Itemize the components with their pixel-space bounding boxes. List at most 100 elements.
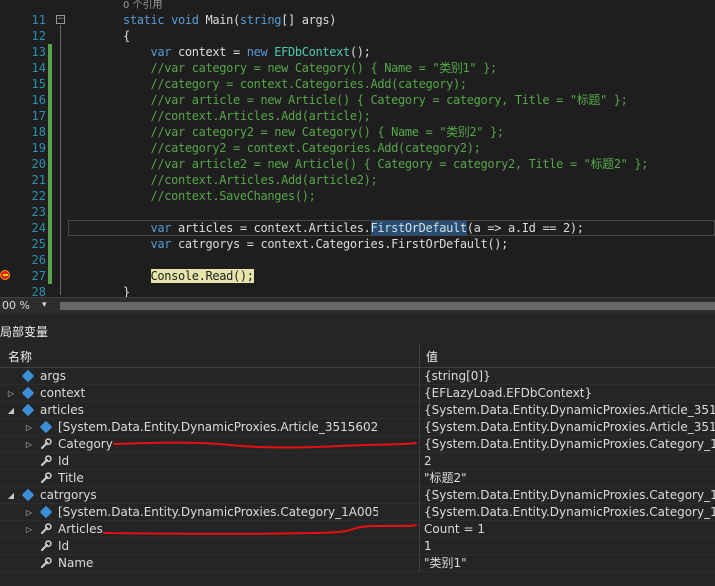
variable-value[interactable]: 2 [424, 453, 715, 470]
variable-name: Category [58, 437, 113, 451]
column-divider [419, 402, 420, 419]
horizontal-scrollbar[interactable] [60, 302, 715, 310]
zoom-level[interactable]: 00 % [2, 299, 30, 313]
locals-row[interactable]: ◢ articles {System.Data.Entity.DynamicProx… [0, 402, 715, 419]
code-text[interactable]: //var article2 = new Article() { Categor… [68, 156, 648, 172]
line-number: 13 [31, 45, 46, 59]
locals-row[interactable]: Id 2 [0, 453, 715, 470]
code-text[interactable]: //var article = new Article() { Category… [68, 92, 627, 108]
code-line[interactable]: 21 //context.Articles.Add(article2); [0, 172, 715, 188]
expand-arrow-icon[interactable]: ▷ [24, 504, 34, 521]
code-text[interactable]: //context.Articles.Add(article); [68, 108, 370, 124]
line-number: 24 [31, 221, 46, 235]
code-text[interactable]: var articles = context.Articles.FirstOrD… [68, 220, 584, 236]
code-text[interactable]: //category2 = context.Categories.Add(cat… [68, 140, 480, 156]
codelens-reference-count[interactable]: 0 个引用 [123, 0, 163, 12]
variable-value[interactable]: {System.Data.Entity.DynamicProxies.Categ… [424, 504, 715, 521]
locals-row[interactable]: ▷ Category {System.Data.Entity.DynamicProx… [0, 436, 715, 453]
panel-title: 局部变量 [0, 325, 49, 339]
code-line[interactable]: 27 Console.Read(); [0, 268, 715, 284]
change-indicator [48, 268, 52, 284]
code-text[interactable]: var context = new EFDbContext(); [68, 44, 370, 60]
locals-row[interactable]: Id 1 [0, 538, 715, 555]
code-text[interactable]: //category = context.Categories.Add(cate… [68, 76, 467, 92]
change-indicator [48, 204, 52, 220]
line-number: 22 [31, 189, 46, 203]
locals-row[interactable]: ▷ [System.Data.Entity.DynamicProxies.Cate… [0, 504, 715, 521]
column-divider[interactable] [419, 344, 420, 368]
property-wrench-icon [40, 557, 52, 569]
code-line[interactable]: 28 } [0, 284, 715, 297]
variable-value[interactable]: {System.Data.Entity.DynamicProxies.Artic… [424, 402, 715, 419]
code-line[interactable]: 15 //category = context.Categories.Add(c… [0, 76, 715, 92]
code-line[interactable]: 22 //context.SaveChanges(); [0, 188, 715, 204]
variable-value[interactable]: "类别1" [424, 555, 715, 572]
code-text[interactable]: { [68, 28, 130, 44]
code-line[interactable]: 14 //var category = new Category() { Nam… [0, 60, 715, 76]
change-indicator [48, 76, 52, 92]
code-editor[interactable]: 0 个引用 − 11 static void Main(string[] arg… [0, 0, 715, 297]
variable-value[interactable]: {System.Data.Entity.DynamicProxies.Categ… [424, 436, 715, 453]
code-line[interactable]: 11 static void Main(string[] args) [0, 12, 715, 28]
expand-arrow-icon[interactable]: ▷ [24, 436, 34, 453]
column-header-value[interactable]: 值 [426, 348, 438, 365]
breakpoint-arrow-icon[interactable] [0, 270, 10, 280]
code-line[interactable]: 26 [0, 252, 715, 268]
locals-row[interactable]: ▷ [System.Data.Entity.DynamicProxies.Arti… [0, 419, 715, 436]
variable-value[interactable]: {EFLazyLoad.EFDbContext} [424, 385, 715, 402]
locals-row[interactable]: Name "类别1" [0, 555, 715, 572]
code-line[interactable]: 24 var articles = context.Articles.First… [0, 220, 715, 236]
code-token: //category2 = context.Categories.Add(cat… [68, 141, 481, 155]
code-text[interactable]: //var category2 = new Category() { Name … [68, 124, 504, 140]
code-text[interactable]: //var category = new Category() { Name =… [68, 60, 497, 76]
code-line[interactable]: 23 [0, 204, 715, 220]
next-statement-highlight: Console.Read(); [150, 269, 254, 283]
code-text[interactable]: static void Main(string[] args) [68, 12, 336, 28]
chevron-down-icon[interactable]: ▾ [42, 300, 47, 310]
line-number: 15 [31, 77, 46, 91]
change-indicator [48, 124, 52, 140]
code-line[interactable]: 18 //var category2 = new Category() { Na… [0, 124, 715, 140]
code-line[interactable]: 19 //category2 = context.Categories.Add(… [0, 140, 715, 156]
code-token: var [68, 237, 178, 251]
property-wrench-icon [40, 455, 52, 467]
code-token: //var article2 = new Article() { Categor… [68, 157, 649, 171]
variable-value[interactable]: {string[0]} [424, 368, 715, 385]
expand-arrow-icon[interactable]: ▷ [24, 419, 34, 436]
column-divider [419, 368, 420, 385]
code-line[interactable]: 12 { [0, 28, 715, 44]
variable-value[interactable]: 1 [424, 538, 715, 555]
locals-row[interactable]: ▷ Articles Count = 1 [0, 521, 715, 538]
locals-row[interactable]: args {string[0]} [0, 368, 715, 385]
code-line[interactable]: 17 //context.Articles.Add(article); [0, 108, 715, 124]
property-wrench-icon [40, 540, 52, 552]
variable-value[interactable]: Count = 1 [424, 521, 715, 538]
variable-value[interactable]: "标题2" [424, 470, 715, 487]
expand-arrow-icon[interactable]: ▷ [24, 521, 34, 538]
code-text[interactable]: } [68, 284, 130, 297]
locals-row[interactable]: ◢ catrgorys {System.Data.Entity.DynamicPro… [0, 487, 715, 504]
line-number: 26 [31, 253, 46, 267]
variable-value[interactable]: {System.Data.Entity.DynamicProxies.Artic… [424, 419, 715, 436]
code-text[interactable]: //context.Articles.Add(article2); [68, 172, 377, 188]
scrollbar-thumb[interactable] [60, 302, 715, 310]
code-token: new [246, 45, 275, 59]
column-divider [419, 385, 420, 402]
code-line[interactable]: 16 //var article = new Article() { Categ… [0, 92, 715, 108]
variable-value[interactable]: {System.Data.Entity.DynamicProxies.Categ… [424, 487, 715, 504]
code-line[interactable]: 25 var catrgorys = context.Categories.Fi… [0, 236, 715, 252]
line-number: 11 [31, 13, 46, 27]
collapse-arrow-icon[interactable]: ◢ [6, 402, 16, 419]
locals-row[interactable]: ▷ context {EFLazyLoad.EFDbContext} [0, 385, 715, 402]
code-text[interactable]: Console.Read(); [68, 268, 254, 284]
code-line[interactable]: 20 //var article2 = new Article() { Cate… [0, 156, 715, 172]
code-token: //var category2 = new Category() { Name … [68, 125, 504, 139]
expand-arrow-icon[interactable]: ▷ [6, 385, 16, 402]
line-number: 23 [31, 205, 46, 219]
column-header-name[interactable]: 名称 [8, 348, 32, 365]
code-line[interactable]: 13 var context = new EFDbContext(); [0, 44, 715, 60]
code-text[interactable]: //context.SaveChanges(); [68, 188, 315, 204]
code-text[interactable]: var catrgorys = context.Categories.First… [68, 236, 508, 252]
collapse-arrow-icon[interactable]: ◢ [6, 487, 16, 504]
locals-row[interactable]: Title "标题2" [0, 470, 715, 487]
